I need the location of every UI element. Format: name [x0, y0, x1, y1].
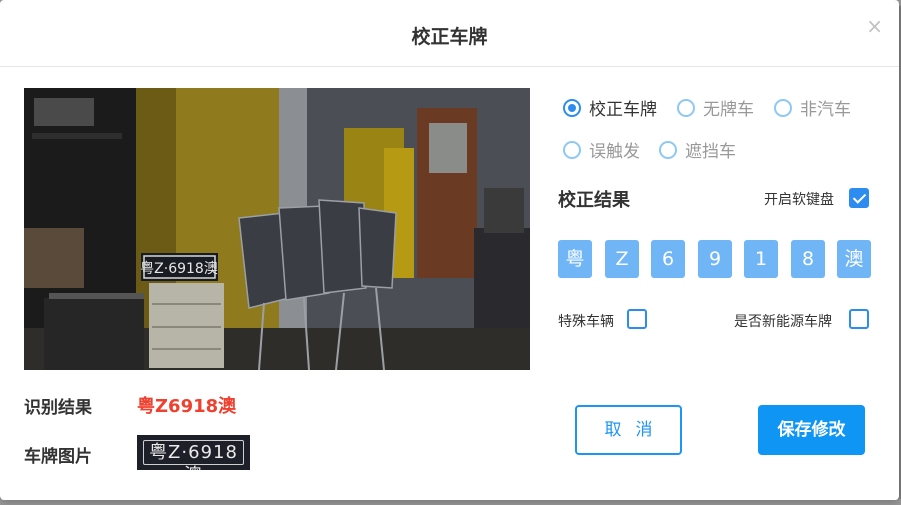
plate-char-box[interactable]: 9: [698, 240, 732, 278]
radio-circle-icon: [677, 98, 695, 117]
recognition-result-label: 识别结果: [24, 398, 92, 418]
radio-circle-icon: [774, 98, 792, 117]
snapshot-plate-text: 粤Z·6918澳: [140, 261, 218, 277]
plate-char-box[interactable]: 澳: [837, 240, 871, 278]
radio-label: 无牌车: [703, 100, 754, 120]
radio-correct-plate[interactable]: 校正车牌: [563, 95, 657, 120]
radio-label: 误触发: [589, 142, 640, 162]
radio-no-plate[interactable]: 无牌车: [677, 95, 754, 120]
plate-char-box[interactable]: 1: [744, 240, 778, 278]
new-energy-label: 是否新能源车牌: [734, 314, 832, 330]
plate-image-thumbnail: 粤Z·6918澳: [137, 435, 250, 470]
plate-char-box[interactable]: Z: [605, 240, 639, 278]
special-vehicle-label: 特殊车辆: [558, 314, 614, 330]
special-vehicle-checkbox[interactable]: [627, 309, 647, 329]
plate-char-box[interactable]: 6: [651, 240, 685, 278]
new-energy-checkbox[interactable]: [849, 309, 869, 329]
radio-label: 非汽车: [800, 100, 851, 120]
correction-result-title: 校正结果: [558, 190, 630, 211]
plate-image-text: 粤Z·6918澳: [143, 440, 244, 470]
soft-keyboard-checkbox[interactable]: [849, 188, 869, 208]
correct-plate-dialog: 校正车牌 × 粤Z·6918澳 识别结果 粤Z6918澳 车牌图片 粤Z·691…: [0, 0, 899, 500]
recognition-result-value: 粤Z6918澳: [137, 396, 237, 417]
plate-char-box[interactable]: 粤: [558, 240, 592, 278]
soft-keyboard-label: 开启软键盘: [764, 192, 834, 208]
close-icon[interactable]: ×: [866, 16, 883, 36]
cancel-button[interactable]: 取消: [575, 405, 682, 455]
radio-false-trigger[interactable]: 误触发: [563, 137, 640, 162]
radio-non-car[interactable]: 非汽车: [774, 95, 851, 120]
dialog-title: 校正车牌: [411, 26, 488, 48]
vehicle-snapshot-image: 粤Z·6918澳: [24, 88, 530, 370]
dialog-header: 校正车牌 ×: [0, 0, 899, 67]
radio-circle-icon: [659, 140, 677, 159]
radio-obstructed-car[interactable]: 遮挡车: [659, 137, 736, 162]
radio-circle-icon: [563, 140, 581, 159]
radio-label: 校正车牌: [589, 100, 657, 120]
plate-image-label: 车牌图片: [24, 447, 92, 467]
save-changes-button[interactable]: 保存修改: [758, 405, 865, 455]
radio-label: 遮挡车: [685, 142, 736, 162]
plate-char-box[interactable]: 8: [791, 240, 825, 278]
radio-circle-icon: [563, 98, 581, 117]
